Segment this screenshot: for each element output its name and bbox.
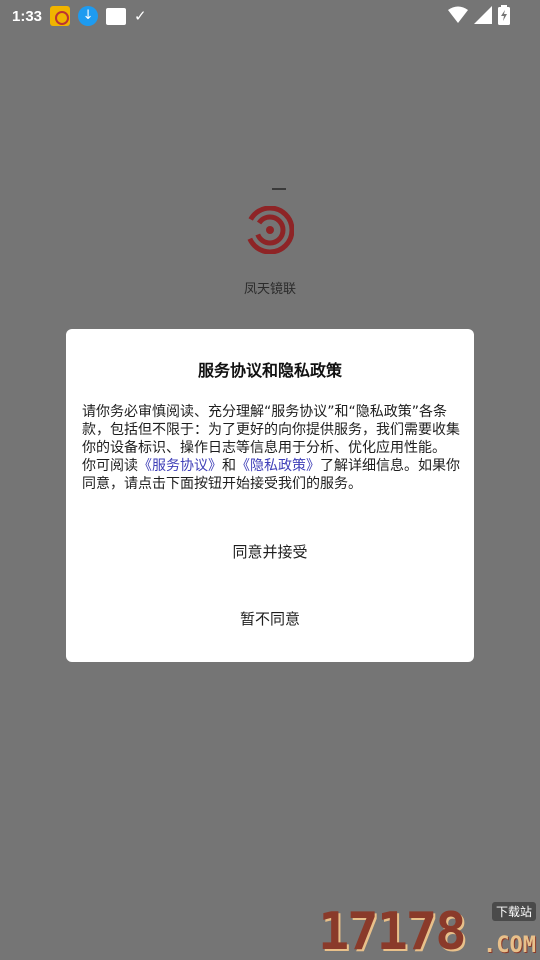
watermark-number: 17178 bbox=[318, 902, 467, 960]
dialog-title: 服务协议和隐私政策 bbox=[197, 361, 342, 380]
dialog-body: 请你务必审慎阅读、充分理解“服务协议”和“隐私政策”各条款，包括但不限于：为了更… bbox=[82, 403, 460, 493]
check-icon: ✓ bbox=[134, 7, 147, 25]
status-bar: 1:33 ↓ ✓ bbox=[0, 0, 540, 32]
paragraph-2-and: 和 bbox=[222, 458, 236, 474]
paragraph-2-prefix: 你可阅读 bbox=[82, 458, 138, 474]
service-agreement-link[interactable]: 《服务协议》 bbox=[138, 458, 222, 474]
dialog-paragraph-1: 请你务必审慎阅读、充分理解“服务协议”和“隐私政策”各条款，包括但不限于：为了更… bbox=[82, 404, 460, 456]
agree-button[interactable]: 同意并接受 bbox=[66, 531, 474, 571]
disagree-button[interactable]: 暂不同意 bbox=[66, 598, 474, 638]
wifi-icon bbox=[448, 6, 468, 23]
status-right-icons bbox=[448, 5, 510, 25]
site-watermark: 17178 下载站 .COM bbox=[318, 898, 540, 960]
privacy-policy-link[interactable]: 《隐私政策》 bbox=[236, 458, 320, 474]
watermark-badge: 下载站 bbox=[491, 902, 536, 921]
privacy-dialog: 服务协议和隐私政策 请你务必审慎阅读、充分理解“服务协议”和“隐私政策”各条款，… bbox=[66, 329, 474, 662]
app-notification-icon bbox=[50, 6, 71, 26]
splash-loading-dash bbox=[272, 188, 286, 190]
app-logo-icon bbox=[246, 206, 294, 254]
signal-icon bbox=[474, 6, 492, 24]
battery-charging-icon bbox=[498, 5, 510, 25]
watermark-domain: .COM bbox=[483, 933, 536, 958]
dialog-paragraph-2: 你可阅读《服务协议》和《隐私政策》了解详细信息。如果你同意，请点击下面按钮开始接… bbox=[82, 457, 460, 493]
status-time: 1:33 bbox=[12, 7, 43, 25]
app-name: 凤天镜联 bbox=[243, 282, 296, 297]
download-icon: ↓ bbox=[78, 6, 99, 26]
image-notification-icon bbox=[106, 7, 127, 25]
